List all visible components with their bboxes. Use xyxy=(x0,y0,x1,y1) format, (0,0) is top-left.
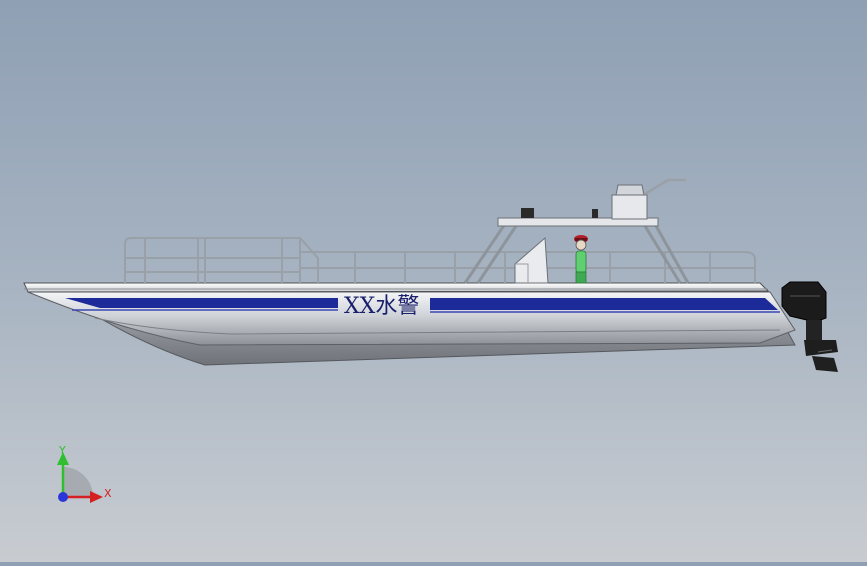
bow-railing xyxy=(124,237,319,283)
axis-y-label: Y xyxy=(58,444,66,457)
axis-triad: Y X xyxy=(57,444,112,503)
hull-stripe-right xyxy=(430,298,778,310)
pilot-figure xyxy=(574,235,588,284)
axis-x-label: X xyxy=(104,487,112,500)
hull-text: XX水警 xyxy=(344,294,419,319)
deck xyxy=(23,282,770,293)
model-canvas[interactable]: XX水警 Y X xyxy=(0,0,867,562)
console-panel xyxy=(514,236,549,284)
antenna-block xyxy=(521,208,534,218)
hull-stripe xyxy=(65,298,338,308)
boat-model[interactable]: XX水警 xyxy=(23,178,838,372)
radar-mast xyxy=(644,178,686,196)
cad-viewport[interactable]: XX水警 Y X xyxy=(0,0,867,562)
light-block xyxy=(592,209,598,218)
